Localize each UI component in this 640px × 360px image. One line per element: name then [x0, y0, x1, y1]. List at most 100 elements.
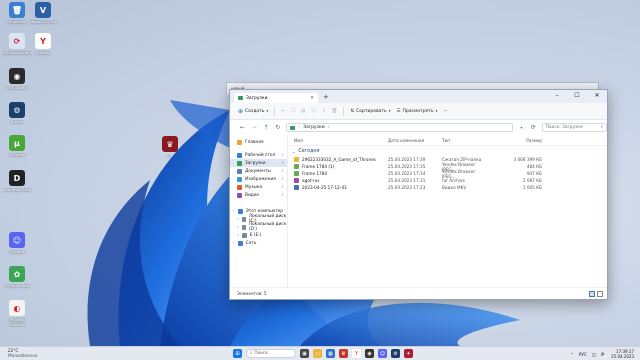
group-header[interactable]: ⌄ Сегодня [288, 146, 607, 156]
share-button[interactable]: ⇪ [322, 109, 326, 114]
sidebar-item[interactable]: Документы ✎ [230, 167, 287, 175]
create-button[interactable]: ⊕ Создать ▾ [238, 108, 268, 115]
back-arrow-icon[interactable]: ← [239, 124, 246, 131]
task-view-icon[interactable]: ▣ [300, 349, 309, 358]
tab-downloads[interactable]: Загрузки ✕ [234, 93, 318, 103]
utorrent-icon: µ [9, 135, 25, 151]
close-tab-icon[interactable]: ✕ [310, 96, 314, 101]
sidebar-item-label: Музыка [245, 184, 263, 190]
address-bar[interactable]: › Загрузки › [286, 123, 514, 132]
volume-icon[interactable]: 🔈 [601, 351, 606, 357]
game-taskbar-icon[interactable]: ♛ [339, 349, 348, 358]
file-name: agot-rus [302, 178, 320, 183]
sort-button[interactable]: ⇅ Сортировать ▾ [350, 109, 390, 114]
network-icon[interactable]: ◫ [592, 352, 596, 357]
title-bar[interactable]: Загрузки ✕ + – ☐ ✕ [230, 90, 607, 103]
forward-arrow-icon[interactable]: → [251, 124, 258, 131]
cut-button[interactable]: ✂ [281, 109, 285, 114]
table-row[interactable]: 2023-04-25 17-12-43 25.04.2023 17:23 Видео… [288, 184, 607, 191]
chevron-right-icon[interactable]: › [233, 209, 235, 214]
obs-taskbar-icon[interactable]: ◉ [365, 349, 374, 358]
file-date: 25.04.2023 17:34 [388, 171, 426, 176]
sidebar-item-label: Главная [245, 139, 264, 145]
refresh-icon[interactable]: ⟳ [530, 124, 537, 131]
delete-button[interactable]: 🗑 [332, 109, 338, 114]
chevron-right-icon[interactable]: › [233, 241, 235, 246]
view-button[interactable]: ☰ Просмотреть ▾ [396, 109, 437, 114]
desktop-shortcut[interactable]: ◐ Process Explorer [2, 300, 32, 327]
file-date: 25.04.2023 17:31 [388, 178, 426, 183]
taskbar-search[interactable]: ⌕ Поиск [246, 349, 296, 358]
chevron-up-icon[interactable]: ⌃ [570, 352, 574, 357]
column-header-name[interactable]: Имя [288, 138, 388, 143]
desktop-shortcut[interactable]: ♛ S.T. [155, 136, 185, 163]
sidebar-item-label: E (E:) [249, 232, 262, 238]
chevron-right-icon[interactable]: › [237, 225, 239, 230]
yandex-taskbar-icon[interactable]: Y [352, 349, 361, 358]
file-size: 3 006 399 КБ [513, 157, 543, 162]
file-explorer-taskbar-icon[interactable]: ▭ [313, 349, 322, 358]
chevron-right-icon[interactable]: › [237, 233, 239, 238]
sidebar-tree-item[interactable]: › E (E:) [230, 231, 287, 239]
start-button[interactable]: ⊞ [233, 349, 242, 358]
sidebar-item[interactable]: Музыка ✎ [230, 183, 287, 191]
breadcrumb[interactable]: Загрузки [303, 125, 325, 130]
file-type: rar Archive [442, 178, 466, 183]
tiles-view-icon[interactable] [597, 291, 603, 297]
share-icon: ⇪ [321, 108, 326, 114]
sidebar-item[interactable]: Видео ✎ [230, 191, 287, 199]
discord-taskbar-icon[interactable]: ☺ [378, 349, 387, 358]
paste-button[interactable]: ▤ [301, 109, 305, 114]
desktop-shortcut[interactable]: ✿ GeForce Now [2, 266, 32, 293]
sidebar-tree-item[interactable]: › Сеть [230, 239, 287, 247]
desktop-shortcut[interactable]: Y Яндекс [28, 33, 58, 60]
maximize-button[interactable]: ☐ [567, 90, 587, 100]
sidebar-item[interactable]: Главная [230, 138, 287, 146]
table-row[interactable]: agot-rus 25.04.2023 17:31 rar Archive 2 087… [288, 177, 607, 184]
pin-icon: ✎ [281, 185, 284, 189]
sidebar-tree-item[interactable]: › Локальный диск (D:) [230, 222, 287, 232]
column-header-size[interactable]: Размер [488, 138, 546, 143]
view-icon: ☰ [396, 108, 401, 114]
close-button[interactable]: ✕ [587, 90, 607, 100]
file-size: 484 КБ [526, 164, 542, 169]
app-taskbar-icon[interactable]: ✦ [404, 349, 413, 358]
group-label: Сегодня [298, 148, 320, 154]
sidebar-item[interactable]: Рабочий стол ✎ [230, 151, 287, 159]
file-explorer-window[interactable]: Загрузки ✕ + – ☐ ✕ ⊕ Создать ▾ ✂ ❐ ▤ Ⓐ ⇪… [229, 89, 608, 300]
more-options-button[interactable]: ··· [443, 109, 447, 114]
sidebar-item[interactable]: Загрузки ✎ [230, 159, 287, 167]
desktop-shortcut-label: vegas18.0 Pro [29, 20, 57, 24]
pin-icon: ✎ [281, 161, 284, 165]
weather-widget[interactable]: 22°C Малооблачно [8, 348, 38, 358]
rename-button[interactable]: Ⓐ [311, 108, 316, 114]
column-header-type[interactable]: Тип [442, 138, 488, 143]
desktop-shortcut[interactable]: Vvegas18.0 Pro [28, 2, 58, 29]
system-tray: ⌃ РУС ◫ 🔈 17:39:17 25.04.2023 [570, 349, 634, 359]
details-view-icon[interactable] [589, 291, 595, 297]
language-indicator[interactable]: РУС [579, 352, 587, 357]
table-row[interactable]: Frame 1784 25.04.2023 17:34 Yandex Browser… [288, 169, 607, 179]
refresh-icon[interactable]: ↻ [274, 124, 281, 131]
address-history-icon[interactable]: ▾ [518, 125, 525, 130]
clock[interactable]: 17:39:17 25.04.2023 [611, 349, 634, 359]
steam-taskbar-icon[interactable]: ⚙ [391, 349, 400, 358]
column-header-date[interactable]: Дата изменения [388, 138, 442, 143]
up-arrow-icon[interactable]: ↑ [263, 124, 270, 131]
desktop-shortcut[interactable]: D Stranded Deep [2, 170, 32, 197]
store-icon[interactable]: ▦ [326, 349, 335, 358]
desktop-shortcut[interactable]: ⚙ Steam [2, 102, 32, 129]
new-tab-button[interactable]: + [323, 93, 329, 101]
desktop-shortcut-label: Stranded Deep [2, 188, 32, 192]
desktop-shortcut[interactable]: ◉ OBS Studio [2, 68, 32, 95]
copy-button[interactable]: ❐ [291, 109, 295, 114]
desktop-shortcut[interactable]: ☺ Discord [2, 232, 32, 259]
sidebar-item[interactable]: Изображения ✎ [230, 175, 287, 183]
desktop-shortcut[interactable]: µ uTorrent [2, 135, 32, 162]
desktop-shortcut-label: OBS Studio [6, 86, 28, 90]
paste-icon: ▤ [301, 108, 306, 114]
minimize-button[interactable]: – [547, 90, 567, 100]
file-list: Имя Дата изменения Тип Размер ⌄ Сегодня … [288, 135, 607, 287]
chevron-right-icon[interactable]: › [237, 217, 239, 222]
search-input[interactable]: Поиск: Загрузки ⌕ [541, 123, 607, 132]
